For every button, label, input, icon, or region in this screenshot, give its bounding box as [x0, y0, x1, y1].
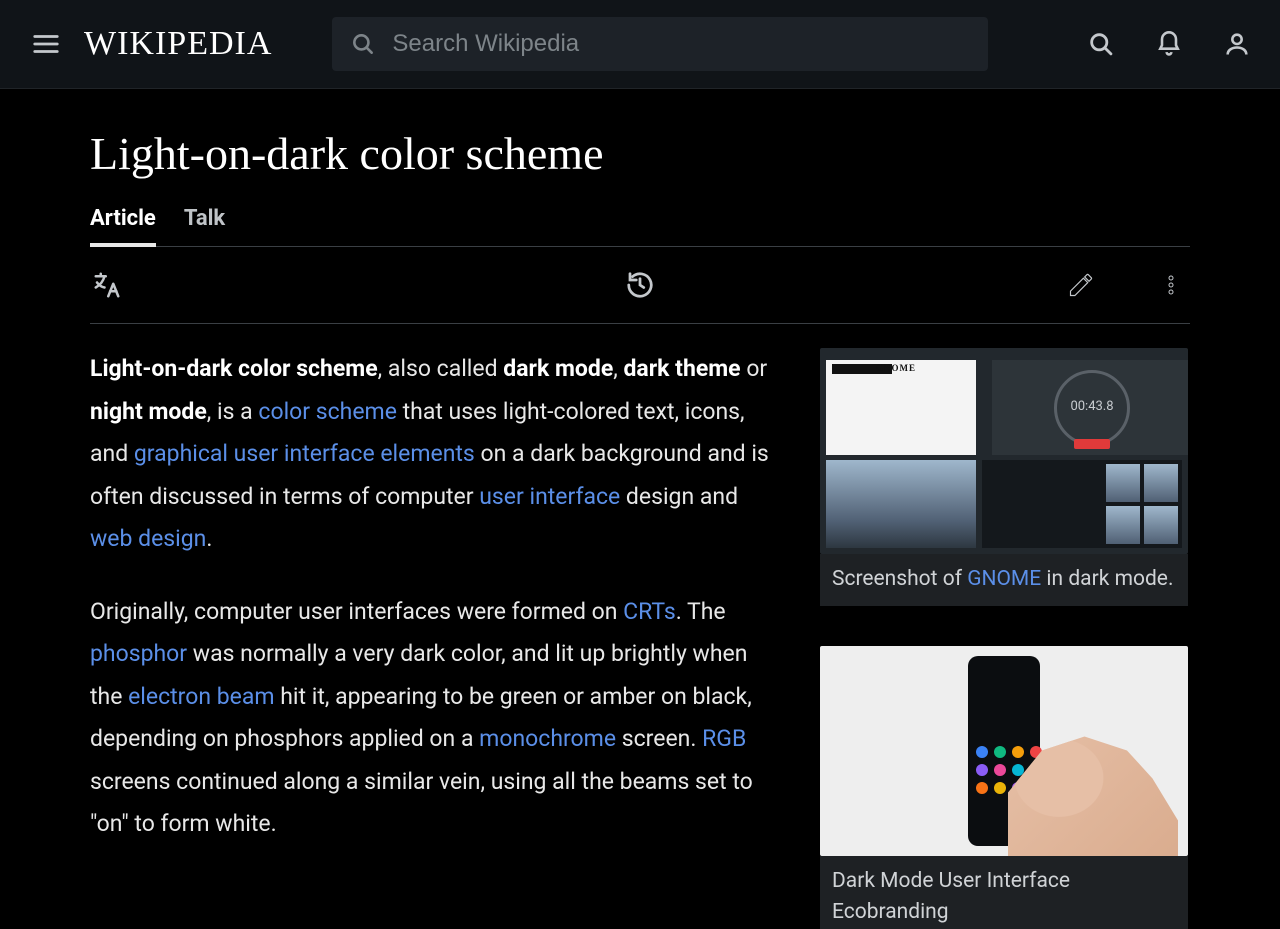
- site-logo[interactable]: WIKIPEDIA: [84, 25, 272, 63]
- page-tabs: Article Talk: [90, 206, 1190, 247]
- search-button[interactable]: [1086, 29, 1116, 59]
- figure-gnome: GNOME 00:43.8 Screenshot of GNOME in dar…: [820, 348, 1188, 606]
- gnome-label: GNOME: [876, 364, 916, 373]
- tab-talk[interactable]: Talk: [184, 206, 225, 246]
- caption-ecobranding: Dark Mode User Interface Ecobranding: [820, 856, 1188, 929]
- link-web-design[interactable]: web design: [90, 525, 206, 552]
- article-prose: Light-on-dark color scheme, also called …: [90, 348, 780, 929]
- more-button[interactable]: [1156, 270, 1186, 300]
- top-header: WIKIPEDIA: [0, 0, 1280, 89]
- term-main: Light-on-dark color scheme: [90, 355, 378, 382]
- history-button[interactable]: [625, 270, 655, 300]
- edit-button[interactable]: [1066, 270, 1096, 300]
- link-phosphor[interactable]: phosphor: [90, 640, 187, 667]
- term-dark-mode: dark mode: [503, 355, 613, 382]
- search-icon: [1087, 30, 1115, 58]
- tab-article[interactable]: Article: [90, 206, 156, 247]
- search-bar[interactable]: [332, 17, 988, 71]
- notifications-button[interactable]: [1154, 29, 1184, 59]
- link-gnome[interactable]: GNOME: [967, 567, 1041, 591]
- menu-button[interactable]: [28, 26, 64, 62]
- link-color-scheme[interactable]: color scheme: [258, 398, 397, 425]
- figure-ecobranding: Dark Mode User Interface Ecobranding: [820, 646, 1188, 929]
- thumbnail-gnome[interactable]: GNOME 00:43.8: [820, 348, 1188, 554]
- hamburger-icon: [31, 29, 61, 59]
- page-title: Light-on-dark color scheme: [90, 127, 1190, 180]
- kebab-icon: [1159, 270, 1183, 300]
- figure-sidebar: GNOME 00:43.8 Screenshot of GNOME in dar…: [820, 348, 1188, 929]
- link-gui-elements[interactable]: graphical user interface elements: [134, 440, 475, 467]
- link-user-interface[interactable]: user interface: [479, 483, 620, 510]
- caption-gnome: Screenshot of GNOME in dark mode.: [820, 554, 1188, 606]
- link-crts[interactable]: CRTs: [623, 598, 676, 625]
- search-icon: [350, 31, 376, 57]
- language-button[interactable]: [92, 270, 122, 300]
- link-rgb[interactable]: RGB: [702, 725, 746, 752]
- thumbnail-ecobranding[interactable]: [820, 646, 1188, 856]
- term-night-mode: night mode: [90, 398, 207, 425]
- pencil-icon: [1067, 271, 1095, 299]
- account-button[interactable]: [1222, 29, 1252, 59]
- intro-paragraph: Light-on-dark color scheme, also called …: [90, 348, 780, 561]
- user-icon: [1223, 30, 1251, 58]
- term-dark-theme: dark theme: [623, 355, 740, 382]
- link-monochrome[interactable]: monochrome: [479, 725, 616, 752]
- page-toolbar: [90, 247, 1190, 324]
- search-input[interactable]: [390, 29, 970, 59]
- clock-value: 00:43.8: [1054, 370, 1130, 446]
- article-content: Light-on-dark color scheme Article Talk …: [0, 89, 1280, 929]
- bell-icon: [1155, 30, 1183, 58]
- language-icon: [92, 270, 122, 300]
- link-electron-beam[interactable]: electron beam: [128, 683, 274, 710]
- history-paragraph: Originally, computer user interfaces wer…: [90, 591, 780, 846]
- history-icon: [625, 270, 655, 300]
